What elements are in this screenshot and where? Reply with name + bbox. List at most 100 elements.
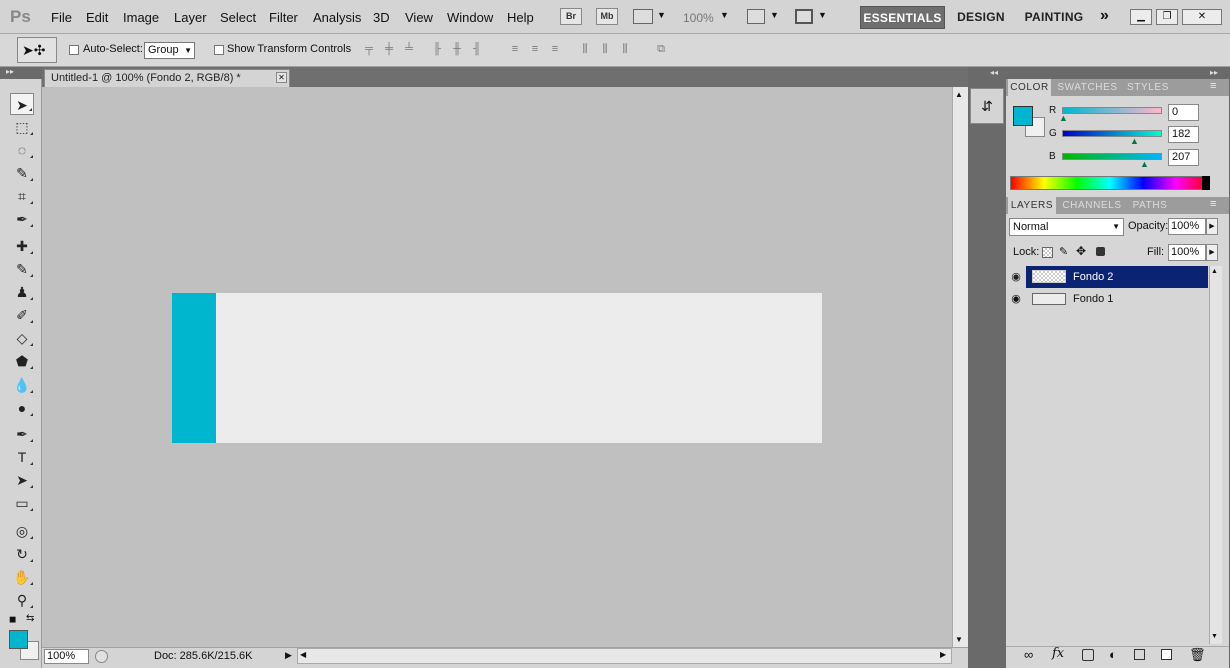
panel-menu-icon[interactable]: ≡ (1210, 198, 1216, 210)
marquee-tool-icon[interactable]: ⬚ (10, 116, 34, 138)
lock-position-icon[interactable]: ✥ (1076, 244, 1086, 258)
fill-slider-icon[interactable]: ▶ (1206, 244, 1218, 261)
minimize-button[interactable]: ▁ (1130, 9, 1152, 25)
lock-image-icon[interactable]: ✎ (1059, 245, 1068, 258)
fill-input[interactable]: 100% (1168, 244, 1206, 261)
bridge-button[interactable]: Br (560, 8, 582, 25)
menu-view[interactable]: View (405, 10, 433, 25)
adjustment-layer-icon[interactable]: ◐ (1109, 647, 1117, 662)
paint-bucket-tool-icon[interactable]: ⬟ (10, 350, 34, 372)
auto-align-layers-icon[interactable]: ⧉ (654, 43, 668, 57)
tab-swatches[interactable]: SWATCHES (1055, 79, 1120, 96)
history-brush-tool-icon[interactable]: ✐ (10, 304, 34, 326)
arrange-documents-icon[interactable] (747, 9, 765, 24)
distribute-hcenter-icon[interactable]: ⫼ (598, 43, 612, 57)
eye-icon[interactable]: ◉ (1006, 266, 1026, 288)
chevron-down-icon[interactable]: ▼ (818, 10, 827, 20)
3d-rotate-tool-icon[interactable]: ◎ (10, 520, 34, 542)
preview-icon[interactable] (95, 650, 108, 663)
eyedropper-tool-icon[interactable]: ✒ (10, 208, 34, 230)
dodge-tool-icon[interactable]: ● (10, 397, 34, 419)
trash-icon[interactable]: 🗑 (1189, 647, 1206, 663)
menu-image[interactable]: Image (123, 10, 159, 25)
layer-row-fondo-1[interactable]: ◉ Fondo 1 (1006, 288, 1208, 310)
distribute-vcenter-icon[interactable]: ≡ (528, 43, 542, 57)
foreground-color-swatch[interactable] (9, 630, 28, 649)
crop-tool-icon[interactable]: ⌗ (10, 185, 34, 207)
blue-slider-thumb[interactable]: ▲ (1140, 159, 1149, 169)
blue-value-input[interactable]: 207 (1168, 149, 1199, 166)
menu-help[interactable]: Help (507, 10, 534, 25)
workspace-painting-button[interactable]: PAINTING (1018, 6, 1090, 29)
close-tab-icon[interactable]: ✕ (276, 72, 287, 83)
red-slider[interactable] (1062, 107, 1162, 114)
healing-brush-tool-icon[interactable]: ✚ (10, 235, 34, 257)
eraser-tool-icon[interactable]: ◇ (10, 327, 34, 349)
hand-tool-icon[interactable]: ✋ (10, 566, 34, 588)
zoom-tool-icon[interactable]: ⚲ (10, 589, 34, 611)
tool-preset-picker[interactable]: ➤✣ ▾ (17, 37, 57, 82)
menu-edit[interactable]: Edit (86, 10, 108, 25)
menu-filter[interactable]: Filter (269, 10, 298, 25)
chevron-down-icon[interactable]: ▼ (770, 10, 779, 20)
black-swatch[interactable] (1202, 176, 1210, 190)
eye-icon[interactable]: ◉ (1006, 288, 1026, 310)
menu-analysis[interactable]: Analysis (313, 10, 361, 25)
workspace-design-button[interactable]: DESIGN (952, 6, 1010, 29)
history-panel-icon[interactable]: ⇵ (970, 88, 1004, 124)
show-transform-checkbox[interactable] (214, 45, 224, 55)
align-left-icon[interactable]: ╟ (430, 43, 444, 57)
menu-file[interactable]: File (51, 10, 72, 25)
lock-transparent-icon[interactable] (1042, 247, 1053, 258)
layers-scrollbar[interactable] (1209, 266, 1222, 644)
move-tool-icon[interactable]: ➤ (10, 93, 34, 115)
chevron-down-icon[interactable]: ▼ (657, 10, 666, 20)
default-colors-icon[interactable]: ◼ (9, 614, 16, 625)
auto-select-dropdown[interactable]: Group ▼ (144, 42, 195, 59)
document-tab[interactable]: Untitled-1 @ 100% (Fondo 2, RGB/8) * (44, 69, 290, 87)
collapse-tools-icon[interactable]: ▸▸ (0, 67, 42, 79)
fx-icon[interactable]: fx (1052, 646, 1064, 661)
distribute-left-icon[interactable]: ⫼ (578, 43, 592, 57)
new-layer-icon[interactable] (1161, 649, 1172, 660)
close-button[interactable]: ✕ (1182, 9, 1222, 25)
distribute-right-icon[interactable]: ⫼ (618, 43, 632, 57)
quick-select-tool-icon[interactable]: ✎ (10, 162, 34, 184)
blend-mode-dropdown[interactable]: Normal ▼ (1009, 218, 1124, 236)
workspace-essentials-button[interactable]: ESSENTIALS (860, 6, 945, 29)
status-menu-icon[interactable]: ▶ (285, 650, 292, 661)
more-workspaces-icon[interactable]: » (1100, 7, 1109, 25)
blur-tool-icon[interactable]: 💧 (10, 374, 34, 396)
3d-orbit-tool-icon[interactable]: ↻ (10, 543, 34, 565)
distribute-top-icon[interactable]: ≡ (508, 43, 522, 57)
layer-row-fondo-2[interactable]: ◉ Fondo 2 (1006, 266, 1208, 288)
scroll-left-icon[interactable]: ◀ (300, 650, 306, 659)
menu-3d[interactable]: 3D (373, 10, 390, 25)
auto-select-checkbox[interactable] (69, 45, 79, 55)
zoom-field[interactable]: 100% (44, 649, 89, 664)
scroll-up-icon[interactable]: ▲ (1211, 268, 1218, 275)
path-select-tool-icon[interactable]: ➤ (10, 469, 34, 491)
pen-tool-icon[interactable]: ✒ (10, 423, 34, 445)
chevron-down-icon[interactable]: ▼ (720, 10, 729, 20)
lock-all-icon[interactable] (1096, 247, 1105, 256)
green-value-input[interactable]: 182 (1168, 126, 1199, 143)
horizontal-scrollbar[interactable] (297, 648, 952, 664)
align-hcenter-icon[interactable]: ╫ (450, 43, 464, 57)
align-bottom-icon[interactable]: ╧ (402, 43, 416, 57)
panel-menu-icon[interactable]: ≡ (1210, 80, 1216, 92)
tab-color[interactable]: COLOR (1008, 79, 1051, 96)
scroll-down-icon[interactable]: ▼ (955, 635, 963, 644)
add-mask-icon[interactable] (1082, 649, 1094, 661)
type-tool-icon[interactable]: T (10, 446, 34, 468)
restore-button[interactable]: ❐ (1156, 9, 1178, 25)
green-slider[interactable] (1062, 130, 1162, 137)
rectangle-tool-icon[interactable]: ▭ (10, 492, 34, 514)
link-layers-icon[interactable]: ∞ (1024, 647, 1033, 662)
zoom-level-display[interactable]: 100% (683, 11, 714, 25)
tab-paths[interactable]: PATHS (1128, 197, 1172, 214)
screen-mode-icon[interactable] (795, 9, 813, 24)
opacity-input[interactable]: 100% (1168, 218, 1206, 235)
swap-colors-icon[interactable]: ⇆ (26, 613, 34, 624)
vertical-scrollbar[interactable] (952, 87, 968, 647)
